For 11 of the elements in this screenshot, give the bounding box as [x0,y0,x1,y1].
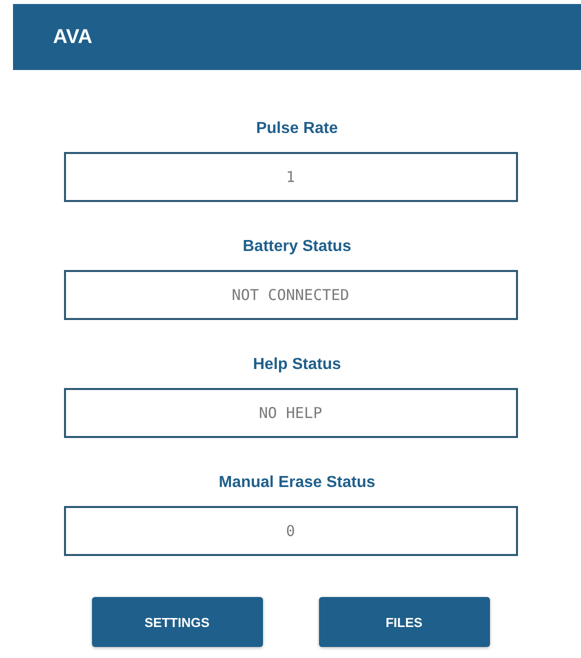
files-button[interactable]: FILES [318,597,490,647]
status-field: 1 [64,152,518,202]
status-field: NOT CONNECTED [64,270,518,320]
field-label: Help Status [252,355,341,375]
app-title: AVA [53,26,92,48]
field-label: Pulse Rate [256,119,338,139]
settings-button[interactable]: SETTINGS [92,597,262,647]
field-label: Manual Erase Status [218,473,376,493]
field-label: Battery Status [242,237,352,257]
status-field: NO HELP [64,388,518,438]
status-field: 0 [64,506,518,556]
